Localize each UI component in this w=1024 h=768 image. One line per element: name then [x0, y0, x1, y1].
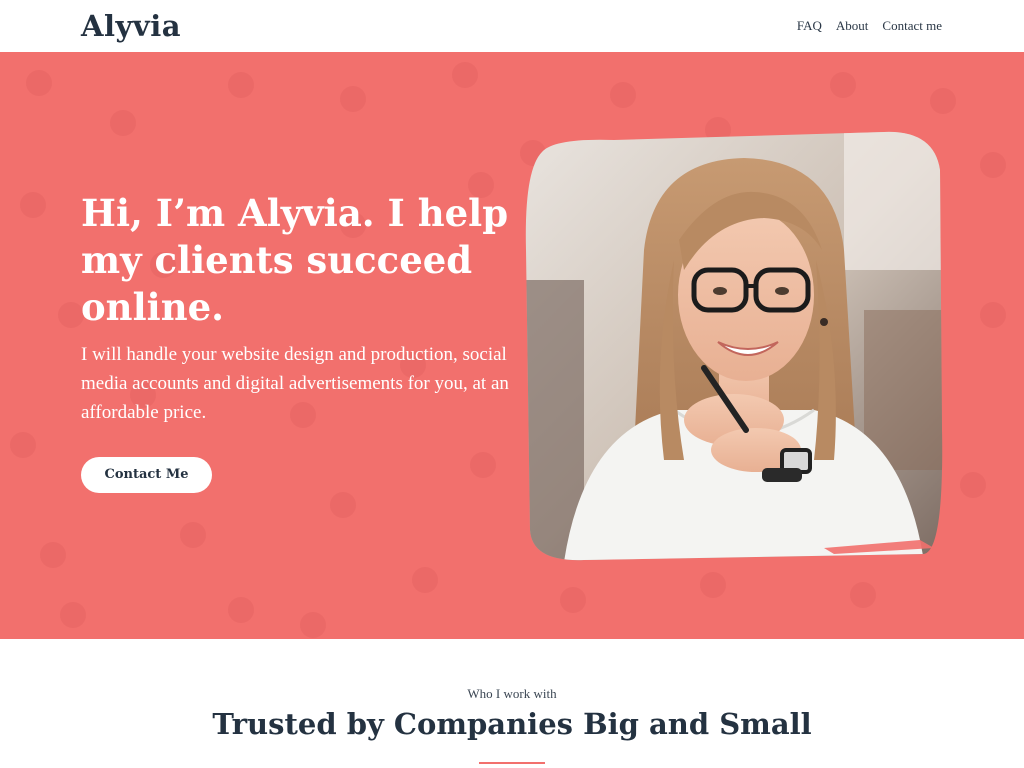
nav-item-contact[interactable]: Contact me	[882, 18, 942, 34]
nav-item-faq[interactable]: FAQ	[797, 18, 822, 34]
section-eyebrow: Who I work with	[467, 686, 557, 701]
hero-heading: Hi, I’m Alyvia. I help my clients succee…	[81, 191, 509, 329]
nav-item-about[interactable]: About	[836, 18, 869, 34]
site-header: Alyvia FAQ About Contact me	[0, 0, 1024, 52]
portrait-illustration	[525, 131, 943, 561]
contact-me-button[interactable]: Contact Me	[81, 457, 212, 493]
main-nav: FAQ About Contact me	[797, 18, 942, 34]
site-logo[interactable]: Alyvia	[81, 6, 181, 46]
section-divider	[479, 762, 545, 764]
hero-description: I will handle your website design and pr…	[81, 344, 509, 423]
clients-section: Who I work with Trusted by Companies Big…	[0, 639, 1024, 768]
section-title: Trusted by Companies Big and Small	[212, 707, 812, 741]
portrait-photo	[524, 130, 944, 562]
hero-section: Hi, I’m Alyvia. I help my clients succee…	[0, 52, 1024, 639]
